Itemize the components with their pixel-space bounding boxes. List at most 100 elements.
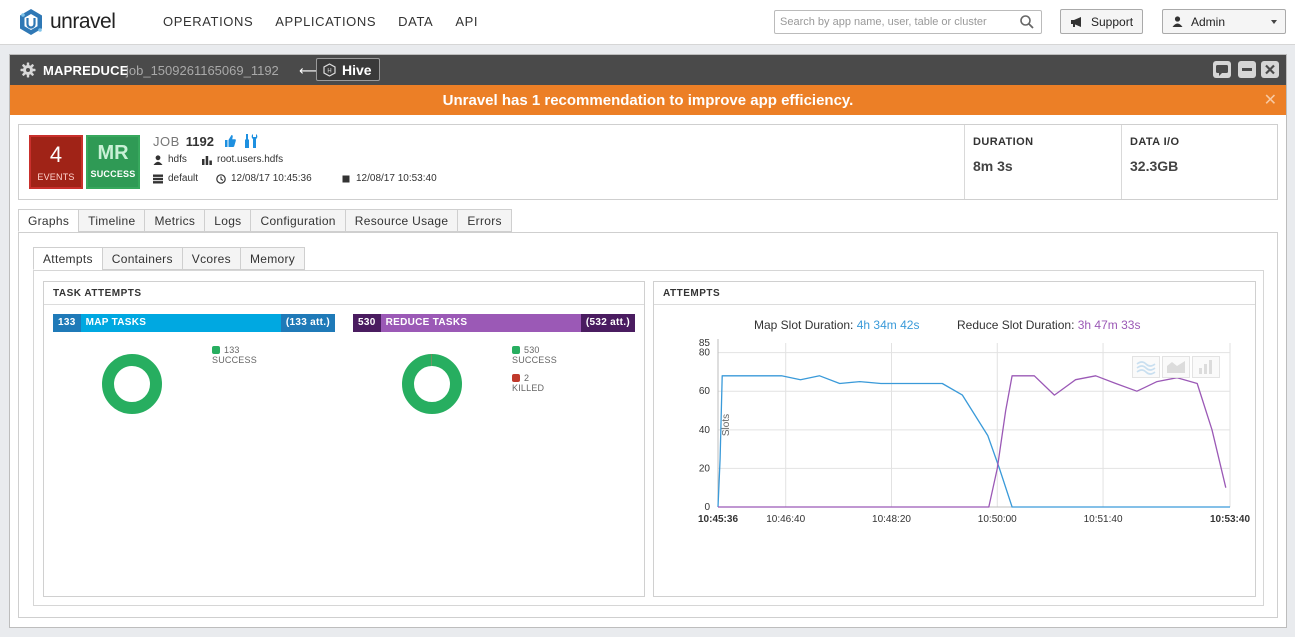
recommendation-banner[interactable]: Unravel has 1 recommendation to improve … xyxy=(10,85,1286,115)
queue-name: root.users.hdfs xyxy=(217,154,284,165)
x-tick-label: 10:48:20 xyxy=(872,514,911,525)
donut-slice-success[interactable] xyxy=(102,354,162,414)
hive-icon: H xyxy=(323,62,336,77)
recommendation-text[interactable]: Unravel has 1 recommendation to improve … xyxy=(10,92,1286,109)
search-box xyxy=(774,10,1042,34)
subtab-memory[interactable]: Memory xyxy=(239,247,306,270)
tab-errors[interactable]: Errors xyxy=(457,209,512,232)
reduce-label: REDUCE TASKS xyxy=(385,317,468,328)
minimize-button[interactable] xyxy=(1238,61,1256,78)
comment-button[interactable] xyxy=(1213,61,1231,78)
end-time-meta: 12/08/17 10:53:40 xyxy=(341,173,437,184)
queue-meta: root.users.hdfs xyxy=(202,154,283,165)
unravel-logo-icon xyxy=(20,9,42,35)
nav-operations[interactable]: OPERATIONS xyxy=(163,14,253,29)
end-time: 12/08/17 10:53:40 xyxy=(356,173,437,184)
map-success-label: SUCCESS xyxy=(212,355,257,365)
reduce-legend-success: 530 SUCCESS xyxy=(512,345,557,365)
svg-text:H: H xyxy=(327,67,332,74)
top-navbar: unravel OPERATIONS APPLICATIONS DATA API… xyxy=(0,0,1295,45)
subtab-containers[interactable]: Containers xyxy=(101,247,182,270)
graph-subtabs: Attempts Containers Vcores Memory xyxy=(33,247,306,270)
gear-icon xyxy=(20,62,36,78)
thumbs-up-icon[interactable] xyxy=(223,134,237,148)
admin-label: Admin xyxy=(1191,14,1226,29)
stream-chart-icon[interactable] xyxy=(1132,356,1160,378)
job-header: JOB 1192 xyxy=(153,133,259,149)
y-tick-label: 80 xyxy=(699,348,711,359)
attempts-chart-card: ATTEMPTS Map Slot Duration: 4h 34m 42s R… xyxy=(653,281,1256,597)
x-tick-label: 10:46:40 xyxy=(766,514,805,525)
attempts-line-chart: 0 20 40 60 8085 10:45:36 10:46:40 10:48:20 10:50… xyxy=(698,338,1250,525)
attempts-panel: TASK ATTEMPTS 133 MAP TASKS (133 att.) 5… xyxy=(33,270,1264,606)
reduce-success-label: SUCCESS xyxy=(512,355,557,365)
bar-chart-icon[interactable] xyxy=(1192,356,1220,378)
nav-api[interactable]: API xyxy=(455,14,478,29)
nav-data[interactable]: DATA xyxy=(398,14,433,29)
database-icon xyxy=(153,174,163,183)
nav-applications[interactable]: APPLICATIONS xyxy=(275,14,376,29)
events-badge[interactable]: 4 EVENTS xyxy=(29,135,83,189)
job-number: 1192 xyxy=(185,133,214,149)
area-chart-icon[interactable] xyxy=(1162,356,1190,378)
reduce-tasks-bar[interactable]: 530 REDUCE TASKS (532 att.) xyxy=(353,314,635,332)
series-line-reduce[interactable] xyxy=(718,375,1227,508)
tab-metrics[interactable]: Metrics xyxy=(144,209,205,232)
search-input[interactable] xyxy=(775,11,1015,33)
hive-label: Hive xyxy=(342,61,372,78)
duration-value: 8m 3s xyxy=(973,158,1013,174)
clock-icon xyxy=(216,173,226,184)
tools-icon[interactable] xyxy=(243,133,259,149)
map-count: 133 xyxy=(53,314,81,332)
user-icon xyxy=(1172,16,1183,27)
brand-logo[interactable]: unravel xyxy=(17,8,116,36)
y-tick-label: 40 xyxy=(699,425,711,436)
tab-resource-usage[interactable]: Resource Usage xyxy=(344,209,458,232)
user-icon xyxy=(153,154,163,165)
close-icon xyxy=(1265,64,1275,75)
user-name: hdfs xyxy=(168,154,187,165)
map-success-value: 133 xyxy=(224,345,240,355)
series-line-map[interactable] xyxy=(717,375,1230,508)
admin-menu-button[interactable]: Admin xyxy=(1162,9,1286,34)
y-tick-label: 0 xyxy=(704,502,710,513)
start-time: 12/08/17 10:45:36 xyxy=(231,173,312,184)
reduce-killed-value: 2 xyxy=(524,373,530,383)
main-tabs: Graphs Timeline Metrics Logs Configurati… xyxy=(18,209,512,232)
subtab-vcores[interactable]: Vcores xyxy=(181,247,240,270)
user-meta: hdfs xyxy=(153,154,187,165)
y-tick-label: 60 xyxy=(699,386,711,397)
tab-graphs[interactable]: Graphs xyxy=(18,209,79,232)
app-type-badge: MR xyxy=(97,142,129,164)
job-word: JOB xyxy=(153,133,180,149)
x-tick-label: 10:51:40 xyxy=(1084,514,1123,525)
map-tasks-bar[interactable]: 133 MAP TASKS (133 att.) xyxy=(53,314,335,332)
search-icon[interactable] xyxy=(1019,14,1035,30)
donut-slice-success[interactable] xyxy=(402,354,462,414)
task-attempts-card: TASK ATTEMPTS 133 MAP TASKS (133 att.) 5… xyxy=(43,281,645,597)
support-button[interactable]: Support xyxy=(1060,9,1143,34)
parent-hive-button[interactable]: H Hive xyxy=(316,58,380,81)
tab-configuration[interactable]: Configuration xyxy=(250,209,345,232)
reduce-legend-killed: 2 KILLED xyxy=(512,373,544,393)
app-type-label: MAPREDUCE xyxy=(43,63,129,78)
banner-close-icon[interactable]: ✕ xyxy=(1264,90,1277,110)
tab-timeline[interactable]: Timeline xyxy=(78,209,145,232)
tab-logs[interactable]: Logs xyxy=(204,209,251,232)
main-menu: OPERATIONS APPLICATIONS DATA API xyxy=(163,14,500,29)
dataio-column: DATA I/O 32.3GB xyxy=(1121,125,1278,199)
close-window-button[interactable] xyxy=(1261,61,1279,78)
subtab-attempts[interactable]: Attempts xyxy=(33,247,102,270)
database-name: default xyxy=(168,173,199,184)
queue-icon xyxy=(202,155,212,165)
arrow-left-icon: ⟵ xyxy=(299,63,318,78)
megaphone-icon xyxy=(1071,16,1081,27)
chevron-down-icon xyxy=(1271,20,1277,24)
map-label: MAP TASKS xyxy=(85,317,147,328)
x-tick-label: 10:53:40 xyxy=(1210,514,1250,525)
comment-icon xyxy=(1216,65,1228,76)
dataio-label: DATA I/O xyxy=(1130,136,1180,148)
reduce-tasks-donut-chart xyxy=(402,354,462,414)
task-attempts-title: TASK ATTEMPTS xyxy=(44,282,644,305)
reduce-attempts: (532 att.) xyxy=(580,314,635,332)
